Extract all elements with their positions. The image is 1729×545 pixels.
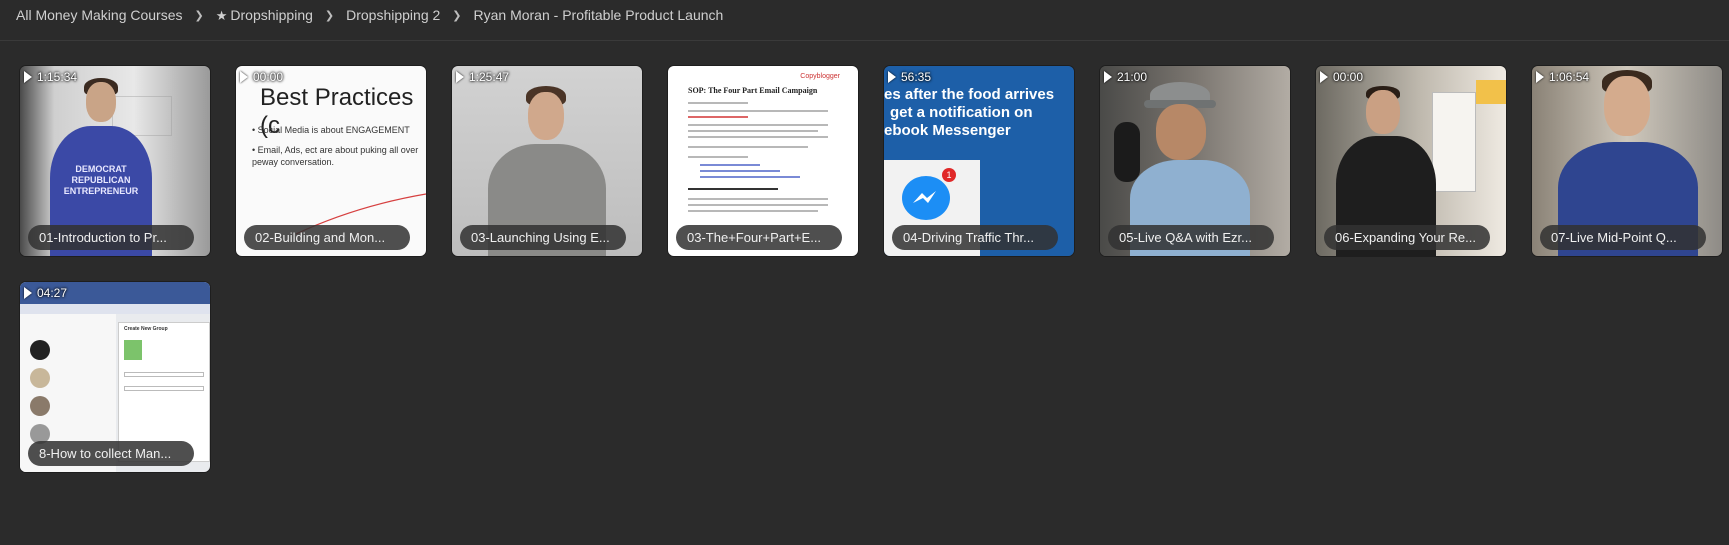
duration-label: 00:00 <box>1333 70 1364 84</box>
duration-badge: 1:25:47 <box>456 70 509 84</box>
breadcrumb-separator-icon: ❯ <box>452 9 462 22</box>
duration-badge: 21:00 <box>1104 70 1147 84</box>
video-card[interactable]: es after the food arrives get a notifica… <box>884 66 1074 256</box>
messenger-line: get a notification on <box>890 104 1033 121</box>
duration-label: 1:06:54 <box>1549 70 1590 84</box>
play-icon <box>1104 71 1112 83</box>
duration-badge: 00:00 <box>240 70 283 84</box>
video-title: 04-Driving Traffic Thr... <box>892 225 1058 250</box>
breadcrumb-item-all-courses[interactable]: All Money Making Courses <box>16 7 183 23</box>
video-title: 06-Expanding Your Re... <box>1324 225 1490 250</box>
video-card[interactable]: Best Practices (c • Social Media is abou… <box>236 66 426 256</box>
play-icon <box>888 71 896 83</box>
messenger-line: es after the food arrives <box>884 86 1055 103</box>
breadcrumb-item-dropshipping-2[interactable]: Dropshipping 2 <box>346 7 440 23</box>
video-title: 03-Launching Using E... <box>460 225 626 250</box>
duration-badge: 1:15:34 <box>24 70 77 84</box>
fb-panel-title: Create New Group <box>124 326 168 332</box>
video-card[interactable]: DEMOCRAT REPUBLICAN ENTREPRENEUR 1:15:34… <box>20 66 210 256</box>
play-icon <box>1320 71 1328 83</box>
duration-badge: 04:27 <box>24 286 67 300</box>
play-icon <box>24 71 32 83</box>
play-icon <box>240 71 248 83</box>
video-card[interactable]: 1:25:47 03-Launching Using E... <box>452 66 642 256</box>
doc-logo: Copyblogger <box>800 73 840 80</box>
shirt-text: DEMOCRAT REPUBLICAN ENTREPRENEUR <box>63 164 139 196</box>
duration-label: 1:15:34 <box>37 70 78 84</box>
video-title: 01-Introduction to Pr... <box>28 225 194 250</box>
breadcrumb-separator-icon: ❯ <box>324 9 335 22</box>
breadcrumb-label: Dropshipping <box>230 6 313 23</box>
play-icon <box>456 71 464 83</box>
duration-label: 56:35 <box>901 70 932 84</box>
duration-label: 21:00 <box>1117 70 1148 84</box>
duration-badge: 00:00 <box>1320 70 1363 84</box>
video-card[interactable]: Copyblogger SOP: The Four Part Email Cam… <box>668 66 858 256</box>
video-card[interactable]: Create New Group 04:27 8-How to collect … <box>20 282 210 472</box>
video-title: 8-How to collect Man... <box>28 441 194 466</box>
video-card[interactable]: 1:06:54 07-Live Mid-Point Q... <box>1532 66 1722 256</box>
star-icon: ★ <box>215 7 228 23</box>
notification-badge: 1 <box>942 168 956 182</box>
video-card[interactable]: 21:00 05-Live Q&A with Ezr... <box>1100 66 1290 256</box>
video-title: 07-Live Mid-Point Q... <box>1540 225 1706 250</box>
breadcrumb-item-current[interactable]: Ryan Moran - Profitable Product Launch <box>474 7 724 23</box>
video-title: 03-The+Four+Part+E... <box>676 225 842 250</box>
play-icon <box>1536 71 1544 83</box>
breadcrumb-separator-icon: ❯ <box>194 9 204 22</box>
messenger-logo-icon <box>902 176 950 220</box>
header-divider <box>0 40 1729 41</box>
duration-badge: 56:35 <box>888 70 931 84</box>
messenger-line: ebook Messenger <box>884 122 1011 139</box>
duration-badge: 1:06:54 <box>1536 70 1589 84</box>
breadcrumb-item-dropshipping[interactable]: ★ Dropshipping <box>216 7 313 24</box>
duration-label: 00:00 <box>253 70 284 84</box>
video-title: 02-Building and Mon... <box>244 225 410 250</box>
doc-title: SOP: The Four Part Email Campaign <box>688 86 818 95</box>
play-icon <box>24 287 32 299</box>
video-card[interactable]: 00:00 06-Expanding Your Re... <box>1316 66 1506 256</box>
duration-label: 04:27 <box>37 286 68 300</box>
duration-label: 1:25:47 <box>469 70 510 84</box>
video-title: 05-Live Q&A with Ezr... <box>1108 225 1274 250</box>
breadcrumb: All Money Making Courses ❯ ★ Dropshipping… <box>16 0 723 30</box>
